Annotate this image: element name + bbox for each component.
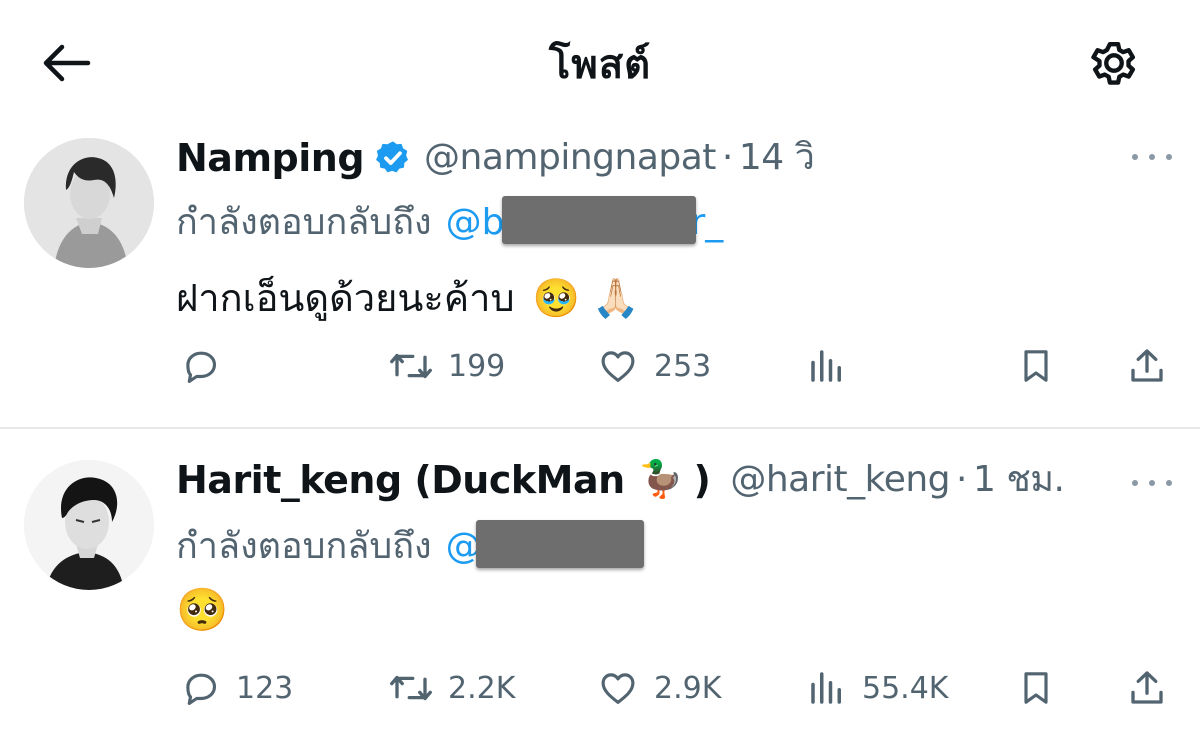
- share-icon: [1131, 671, 1163, 704]
- replying-to: กำลังตอบกลับถึง @: [176, 520, 644, 571]
- reply-button[interactable]: 123: [180, 667, 293, 709]
- duck-emoji: 🦆: [638, 459, 684, 500]
- like-button[interactable]: 253: [596, 345, 711, 387]
- post-text: 🥺: [176, 585, 228, 636]
- avatar-photo: [24, 138, 154, 268]
- display-name[interactable]: Harit_keng (DuckMan: [176, 457, 625, 503]
- reply-button[interactable]: [180, 345, 236, 387]
- repost-icon: [390, 675, 432, 701]
- bookmark-button[interactable]: [1016, 667, 1056, 709]
- separator-dot: ·: [956, 459, 967, 500]
- share-button[interactable]: [1126, 667, 1168, 709]
- post-emojis: 🥹 🙏🏻: [532, 276, 640, 320]
- analytics-icon: [811, 350, 841, 382]
- replying-to-label: กำลังตอบกลับถึง: [176, 202, 432, 243]
- post-text-content: 🥺: [176, 585, 229, 634]
- separator-dot: ·: [721, 137, 733, 178]
- views-button[interactable]: [806, 345, 862, 387]
- like-count: 253: [654, 348, 712, 384]
- repost-icon: [390, 353, 432, 379]
- bookmark-icon: [1024, 672, 1048, 704]
- bookmark-button[interactable]: [1016, 345, 1056, 387]
- analytics-icon: [811, 672, 841, 704]
- display-name-suffix: ): [693, 458, 711, 502]
- replying-to-handle[interactable]: @b r_: [445, 196, 723, 247]
- post-author-row: Harit_keng (DuckMan 🦆 ) @harit_keng · 1 …: [176, 457, 1065, 503]
- timestamp[interactable]: 1 ชม.: [973, 457, 1065, 503]
- handle[interactable]: @nampingnapat: [424, 135, 716, 181]
- repost-count: 2.2K: [448, 670, 516, 706]
- page-title: โพสต์: [548, 42, 652, 88]
- reply-icon: [186, 351, 217, 383]
- repost-count: 199: [448, 348, 506, 384]
- like-count: 2.9K: [654, 670, 722, 706]
- post-card[interactable]: Namping @nampingnapat · 14 วิ กำลังตอบกล…: [0, 125, 1200, 427]
- heart-icon: [601, 351, 635, 382]
- replying-to-label: กำลังตอบกลับถึง: [176, 526, 432, 567]
- redaction-box: [475, 520, 644, 568]
- share-icon: [1131, 349, 1163, 382]
- views-button[interactable]: 55.4K: [806, 667, 948, 709]
- post-card[interactable]: Harit_keng (DuckMan 🦆 ) @harit_keng · 1 …: [0, 429, 1200, 743]
- repost-button[interactable]: 2.2K: [388, 667, 515, 709]
- post-text-content: ฝากเอ็นดูด้วยนะค้าบ: [176, 276, 515, 320]
- avatar-photo: [24, 460, 154, 590]
- more-options-icon[interactable]: [1132, 473, 1172, 493]
- display-name[interactable]: Namping: [176, 135, 365, 181]
- post-author-row: Namping @nampingnapat · 14 วิ: [176, 135, 815, 181]
- gear-icon: [1091, 41, 1136, 85]
- settings-button[interactable]: [1084, 33, 1144, 93]
- redaction-box: [501, 196, 696, 244]
- like-button[interactable]: 2.9K: [596, 667, 721, 709]
- heart-icon: [601, 673, 635, 704]
- post-text: ฝากเอ็นดูด้วยนะค้าบ 🥹 🙏🏻: [176, 273, 639, 323]
- reply-icon: [186, 673, 217, 705]
- replying-to: กำลังตอบกลับถึง @b r_: [176, 196, 723, 247]
- replying-to-handle-visible: @b: [445, 202, 505, 243]
- replying-to-handle[interactable]: @: [446, 520, 644, 571]
- views-count: 55.4K: [862, 670, 949, 706]
- reply-count: 123: [236, 670, 294, 706]
- top-app-bar: โพสต์: [0, 0, 1200, 125]
- avatar[interactable]: [24, 460, 154, 590]
- timestamp[interactable]: 14 วิ: [739, 135, 815, 181]
- more-options-icon[interactable]: [1132, 147, 1172, 167]
- bookmark-icon: [1024, 350, 1048, 382]
- handle[interactable]: @harit_keng: [730, 457, 950, 503]
- share-button[interactable]: [1126, 345, 1168, 387]
- repost-button[interactable]: 199: [388, 345, 505, 387]
- avatar[interactable]: [24, 138, 154, 268]
- verified-badge-icon[interactable]: [374, 139, 412, 177]
